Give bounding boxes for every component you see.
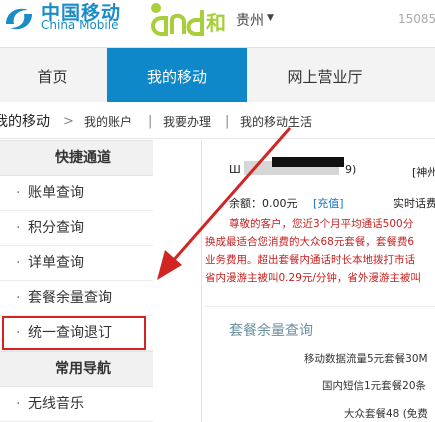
account-suffix: 9) [345,163,357,176]
bullet-icon: · [16,185,21,201]
breadcrumb: 我的移动 > 我的账户 | 我要办理 | 我的移动生活 [0,102,435,139]
package-row-data: 移动数据流量5元套餐30M [304,353,428,365]
bullet-icon: · [16,220,21,236]
package-row-plan: 大众套餐48 (免费 [344,408,428,420]
bullet-icon: · [16,396,21,412]
notice-line: 省内漫游主被叫0.29元/分钟，省外漫游主被叫 [205,272,421,284]
sidebar-item-details[interactable]: · 详单查询 [0,246,153,281]
and-brand-logo-icon: 和 [151,3,226,36]
sidebar-section-common-nav: 常用导航 [0,351,153,387]
sidebar-section-label: 快捷通道 [55,150,111,166]
sidebar-item-label: 无线音乐 [28,396,84,412]
brand-label: [神州 [412,166,435,179]
breadcrumb-divider: | [148,114,153,129]
sidebar-section-shortcuts: 快捷通道 [0,140,153,176]
tab-home[interactable]: 首页 [0,48,105,103]
sidebar-section-label: 常用导航 [55,361,111,377]
breadcrumb-root[interactable]: 我的移动 [0,102,50,142]
breadcrumb-separator: > [63,114,74,129]
main-nav: 首页 我的移动 网上营业厅 [0,47,435,104]
bullet-icon: · [16,290,21,306]
sidebar-item-bill[interactable]: · 账单查询 [0,176,153,211]
section-divider [205,306,435,307]
breadcrumb-handle[interactable]: 我要办理 [163,102,211,142]
sidebar-item-label: 套餐余量查询 [28,290,112,306]
package-balance-title: 套餐余量查询 [229,323,313,339]
bullet-icon: · [16,255,21,271]
city-selector[interactable]: 贵州 [236,10,264,30]
tab-online-office[interactable]: 网上营业厅 [250,48,400,103]
breadcrumb-divider: | [225,114,230,129]
balance-text: 余额：0.00元 [229,197,298,210]
recharge-link[interactable]: [充值] [313,195,344,211]
breadcrumb-my-account[interactable]: 我的账户 [84,102,132,142]
sidebar-item-label: 详单查询 [28,255,84,271]
notice-line: 换成最适合您消费的大众68元套餐，套餐费6 [205,236,415,248]
notice-line: 业务费用。超出套餐内通话时长本地拨打市话 [205,254,415,266]
and-brand-he: 和 [206,11,226,35]
breadcrumb-mobile-life[interactable]: 我的移动生活 [240,102,312,142]
redacted-account-mark [272,157,344,167]
account-prefix: Ш [229,163,241,176]
notice-line: 尊敬的客户，您近3个月平均通话500分 [229,218,414,230]
package-recommendation-notice: 尊敬的客户，您近3个月平均通话500分 换成最适合您消费的大众68元套餐，套餐费… [205,212,435,284]
phone-number: 15085 [398,12,435,26]
sidebar-item-package-balance[interactable]: · 套餐余量查询 [0,281,153,316]
tab-my-mobile[interactable]: 我的移动 [107,48,247,103]
chevron-down-icon[interactable]: ▼ [267,13,274,23]
sidebar-item-label: 账单查询 [28,185,84,201]
sidebar-item-label: 积分查询 [28,220,84,236]
highlight-annotation-box [2,316,146,350]
sidebar-item-points[interactable]: · 积分查询 [0,211,153,246]
sidebar: 快捷通道 · 账单查询 · 积分查询 · 详单查询 · 套餐余量查询 · 统一查询退订 常… [0,140,155,422]
realtime-charge-label[interactable]: 实时话费 [393,195,435,211]
top-header: 中国移动 China Mobile 和 贵州 ▼ 15085 [0,0,435,47]
china-mobile-logo-en: China Mobile [41,18,119,32]
sidebar-item-wireless-music[interactable]: · 无线音乐 [0,387,153,422]
package-row-sms: 国内短信1元套餐20条 [322,380,427,392]
china-mobile-logo-icon[interactable] [2,2,36,36]
